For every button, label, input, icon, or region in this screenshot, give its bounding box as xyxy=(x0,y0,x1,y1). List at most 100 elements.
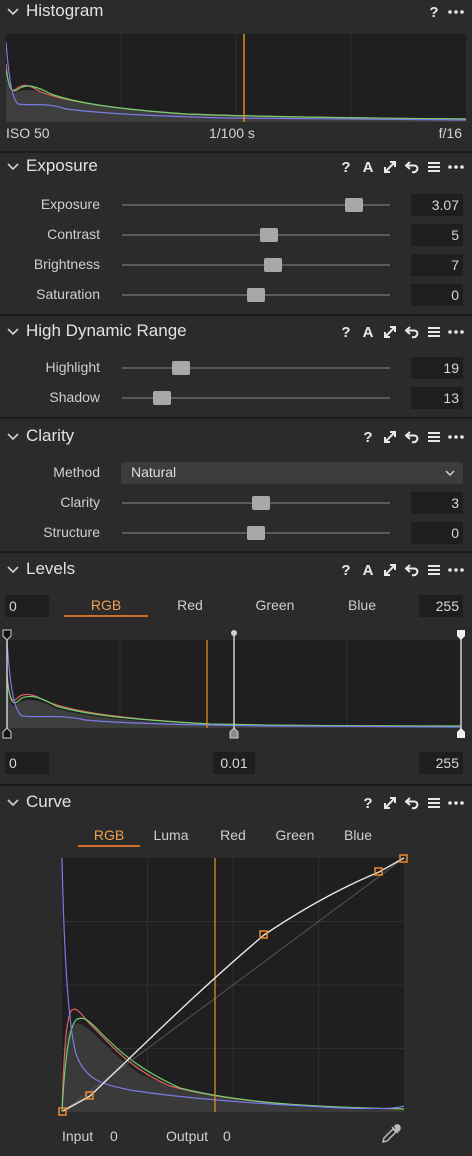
panel-title: Levels xyxy=(26,559,76,578)
help-icon[interactable]: ? xyxy=(338,158,354,176)
slider-thumb[interactable] xyxy=(252,496,271,510)
curve-graph[interactable] xyxy=(0,854,472,1116)
panel-header[interactable]: Curve ? xyxy=(0,791,472,815)
slider-value-field[interactable]: 0 xyxy=(411,284,463,306)
chevron-down-icon[interactable] xyxy=(5,429,21,445)
output-low-field[interactable]: 0 xyxy=(5,752,49,774)
slider-value-field[interactable]: 5 xyxy=(411,224,463,246)
output-high-field[interactable]: 255 xyxy=(419,752,463,774)
more-icon[interactable] xyxy=(448,323,464,341)
slider-label: Brightness xyxy=(33,256,100,272)
slider-thumb[interactable] xyxy=(260,228,279,242)
slider-value-field[interactable]: 3 xyxy=(411,492,463,514)
slider-thumb[interactable] xyxy=(344,198,363,212)
menu-icon[interactable] xyxy=(426,158,442,176)
more-icon[interactable] xyxy=(448,3,464,21)
tab-green[interactable]: Green xyxy=(264,825,326,847)
curve-panel: Curve ? RGB Luma Red Green Blue Input 0 … xyxy=(0,788,472,1156)
more-icon[interactable] xyxy=(448,794,464,812)
slider-value-field[interactable]: 13 xyxy=(411,387,463,409)
saturation-slider-row[interactable]: Saturation 0 xyxy=(0,282,472,308)
chevron-down-icon[interactable] xyxy=(5,4,21,20)
slider-value-field[interactable]: 7 xyxy=(411,254,463,276)
structure-slider-row[interactable]: Structure 0 xyxy=(0,520,472,546)
tab-blue[interactable]: Blue xyxy=(326,825,390,847)
curve-channel-tabs: RGB Luma Red Green Blue xyxy=(78,825,390,847)
auto-icon[interactable]: A xyxy=(360,323,376,341)
more-icon[interactable] xyxy=(448,428,464,446)
menu-icon[interactable] xyxy=(426,323,442,341)
expand-icon[interactable] xyxy=(382,561,398,579)
tab-luma[interactable]: Luma xyxy=(140,825,202,847)
expand-icon[interactable] xyxy=(382,794,398,812)
chevron-down-icon[interactable] xyxy=(5,324,21,340)
exposure-panel: Exposure ? A Exposure 3.07 Contrast 5 Br… xyxy=(0,155,472,316)
panel-title: Clarity xyxy=(26,426,75,445)
panel-header[interactable]: Clarity ? xyxy=(0,425,472,449)
auto-icon[interactable]: A xyxy=(360,158,376,176)
slider-track[interactable] xyxy=(122,264,390,266)
method-dropdown-value: Natural xyxy=(131,464,177,480)
help-icon[interactable]: ? xyxy=(360,428,376,446)
panel-title: Histogram xyxy=(26,1,104,20)
tab-rgb[interactable]: RGB xyxy=(64,595,148,617)
reset-icon[interactable] xyxy=(404,428,420,446)
tab-rgb[interactable]: RGB xyxy=(78,825,140,847)
slider-thumb[interactable] xyxy=(171,361,190,375)
help-icon[interactable]: ? xyxy=(338,323,354,341)
expand-icon[interactable] xyxy=(382,428,398,446)
contrast-slider-row[interactable]: Contrast 5 xyxy=(0,222,472,248)
slider-thumb[interactable] xyxy=(153,391,172,405)
eyedropper-icon[interactable] xyxy=(380,1123,402,1145)
tab-blue[interactable]: Blue xyxy=(318,595,406,617)
more-icon[interactable] xyxy=(448,561,464,579)
chevron-down-icon[interactable] xyxy=(5,159,21,175)
histogram-panel: Histogram ? ISO 50 1/100 s f/16 xyxy=(0,0,472,153)
slider-value-field[interactable]: 19 xyxy=(411,357,463,379)
slider-thumb[interactable] xyxy=(247,288,265,302)
reset-icon[interactable] xyxy=(404,794,420,812)
expand-icon[interactable] xyxy=(382,323,398,341)
more-icon[interactable] xyxy=(448,158,464,176)
menu-icon[interactable] xyxy=(426,794,442,812)
slider-value-field[interactable]: 3.07 xyxy=(411,194,463,216)
slider-thumb[interactable] xyxy=(247,526,265,540)
exposure-slider-row[interactable]: Exposure 3.07 xyxy=(0,192,472,218)
panel-header[interactable]: High Dynamic Range ? A xyxy=(0,320,472,344)
expand-icon[interactable] xyxy=(382,158,398,176)
highlight-slider-row[interactable]: Highlight 19 xyxy=(0,355,472,381)
panel-header[interactable]: Histogram ? xyxy=(0,0,472,24)
slider-value-field[interactable]: 0 xyxy=(411,522,463,544)
chevron-down-icon[interactable] xyxy=(5,795,21,811)
slider-thumb[interactable] xyxy=(264,258,283,272)
reset-icon[interactable] xyxy=(404,561,420,579)
panel-header[interactable]: Exposure ? A xyxy=(0,155,472,179)
shadow-slider-row[interactable]: Shadow 13 xyxy=(0,385,472,411)
panel-title: High Dynamic Range xyxy=(26,321,187,340)
reset-icon[interactable] xyxy=(404,323,420,341)
tab-green[interactable]: Green xyxy=(232,595,318,617)
auto-icon[interactable]: A xyxy=(360,561,376,579)
tab-red[interactable]: Red xyxy=(202,825,264,847)
levels-graph[interactable] xyxy=(0,628,472,744)
panel-header[interactable]: Levels ? A xyxy=(0,558,472,582)
brightness-slider-row[interactable]: Brightness 7 xyxy=(0,252,472,278)
help-icon[interactable]: ? xyxy=(426,3,442,21)
chevron-down-icon[interactable] xyxy=(5,562,21,578)
slider-track[interactable] xyxy=(122,367,390,369)
reset-icon[interactable] xyxy=(404,158,420,176)
method-label: Method xyxy=(53,464,100,480)
tab-red[interactable]: Red xyxy=(148,595,232,617)
menu-icon[interactable] xyxy=(426,561,442,579)
method-dropdown[interactable]: Natural xyxy=(121,462,463,484)
slider-label: Contrast xyxy=(47,226,100,242)
input-low-field[interactable]: 0 xyxy=(5,595,49,617)
menu-icon[interactable] xyxy=(426,428,442,446)
histogram-svg xyxy=(5,34,467,122)
help-icon[interactable]: ? xyxy=(338,561,354,579)
midtone-field[interactable]: 0.01 xyxy=(213,752,255,774)
slider-track[interactable] xyxy=(122,234,390,236)
help-icon[interactable]: ? xyxy=(360,794,376,812)
input-high-field[interactable]: 255 xyxy=(419,595,463,617)
clarity-slider-row[interactable]: Clarity 3 xyxy=(0,490,472,516)
